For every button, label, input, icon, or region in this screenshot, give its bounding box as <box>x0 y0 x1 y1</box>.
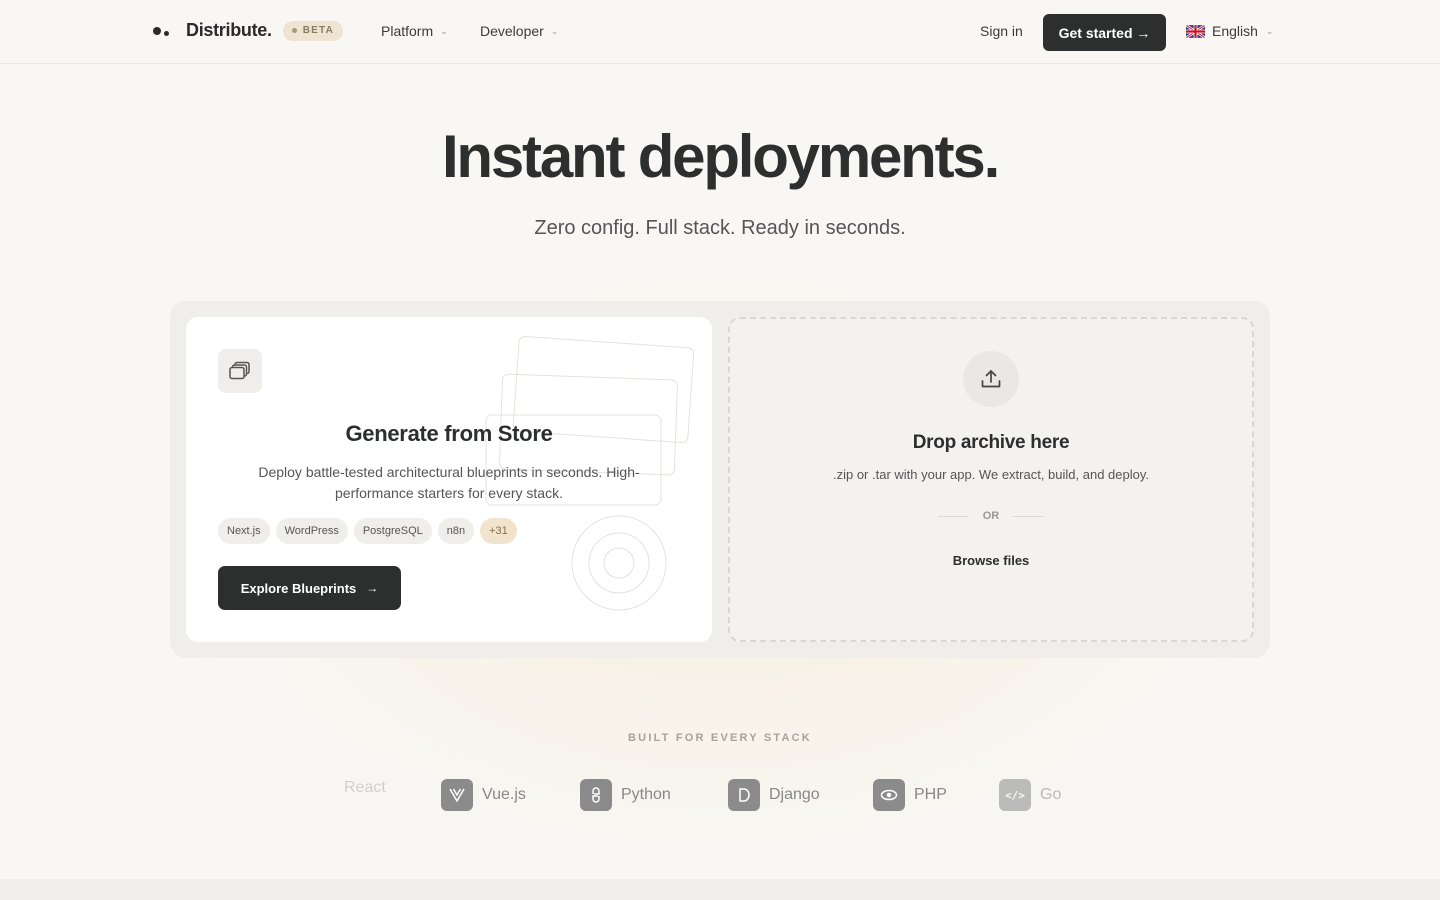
stack-name: Vue.js <box>482 786 526 803</box>
tag-nextjs[interactable]: Next.js <box>218 518 270 544</box>
or-label: OR <box>982 510 1000 522</box>
chevron-down-icon: ⌄ <box>1265 25 1274 36</box>
python-icon <box>580 779 612 811</box>
django-icon <box>728 779 760 811</box>
upload-icon <box>963 351 1019 407</box>
archive-dropzone[interactable]: Drop archive here .zip or .tar with your… <box>728 317 1254 642</box>
or-divider: OR <box>938 510 1044 522</box>
tag-more[interactable]: +31 <box>480 518 517 544</box>
stack-name: Go <box>1040 786 1062 803</box>
explore-blueprints-button[interactable]: Explore Blueprints → <box>218 566 401 610</box>
nav-item-developer[interactable]: Developer ⌄ <box>480 23 558 39</box>
stack-item-vue: Vue.js <box>441 779 526 811</box>
php-icon <box>873 779 905 811</box>
nav-item-platform[interactable]: Platform ⌄ <box>381 23 448 39</box>
arrow-right-icon: → <box>366 581 379 595</box>
stack-item-go: </> Go <box>999 779 1061 811</box>
chevron-down-icon: ⌄ <box>440 25 448 36</box>
beta-badge: BETA <box>282 20 343 41</box>
nav-label: Developer <box>480 23 544 39</box>
explore-label: Explore Blueprints <box>240 580 357 596</box>
hero-subtitle: Zero config. Full stack. Ready in second… <box>534 217 906 239</box>
stack-copy-icon <box>218 349 262 393</box>
stack-name: Django <box>769 786 820 803</box>
footer-edge <box>0 879 1440 900</box>
get-started-button[interactable]: Get started → <box>1043 14 1166 51</box>
stack-name: PHP <box>914 786 947 803</box>
store-card-description: Deploy battle-tested architectural bluep… <box>258 464 640 501</box>
nav-label: Platform <box>381 23 434 39</box>
dropzone-title: Drop archive here <box>912 432 1070 453</box>
store-card: Generate from Store Deploy battle-tested… <box>186 317 712 642</box>
language-selector[interactable]: English ⌄ <box>1186 23 1273 39</box>
uk-flag-icon <box>1186 24 1205 38</box>
stack-item-python: Python <box>580 779 671 811</box>
stack-item-react: React <box>344 779 386 797</box>
tag-wordpress[interactable]: WordPress <box>275 518 348 544</box>
chevron-down-icon: ⌄ <box>550 25 559 36</box>
stack-name: React <box>344 779 386 796</box>
stack-name: Python <box>621 786 671 803</box>
stack-item-php: PHP <box>873 779 947 811</box>
language-label: English <box>1212 23 1258 39</box>
browse-files-button[interactable]: Browse files <box>730 553 1252 568</box>
store-card-title: Generate from Store <box>345 421 553 446</box>
code-icon: </> <box>999 779 1031 811</box>
stack-section-label: BUILT FOR EVERY STACK <box>628 732 812 744</box>
brand-name: Distribute. <box>186 20 272 40</box>
distribute-logo-icon <box>153 23 173 39</box>
dropzone-description: .zip or .tar with your app. We extract, … <box>832 467 1149 482</box>
sign-in-link[interactable]: Sign in <box>980 23 1023 39</box>
hero-title: Instant deployments. <box>441 123 1000 190</box>
beta-label: BETA <box>302 25 334 36</box>
tag-postgresql[interactable]: PostgreSQL <box>353 518 432 544</box>
top-navigation: Distribute. BETA Platform ⌄ Developer ⌄ … <box>0 0 1440 64</box>
stack-tags: Next.js WordPress PostgreSQL n8n +31 <box>218 518 517 544</box>
tag-n8n[interactable]: n8n <box>437 518 475 544</box>
vue-icon <box>441 779 473 811</box>
brand[interactable]: Distribute. BETA <box>153 20 343 41</box>
stack-item-django: Django <box>728 779 820 811</box>
beta-dot-icon <box>291 28 297 33</box>
